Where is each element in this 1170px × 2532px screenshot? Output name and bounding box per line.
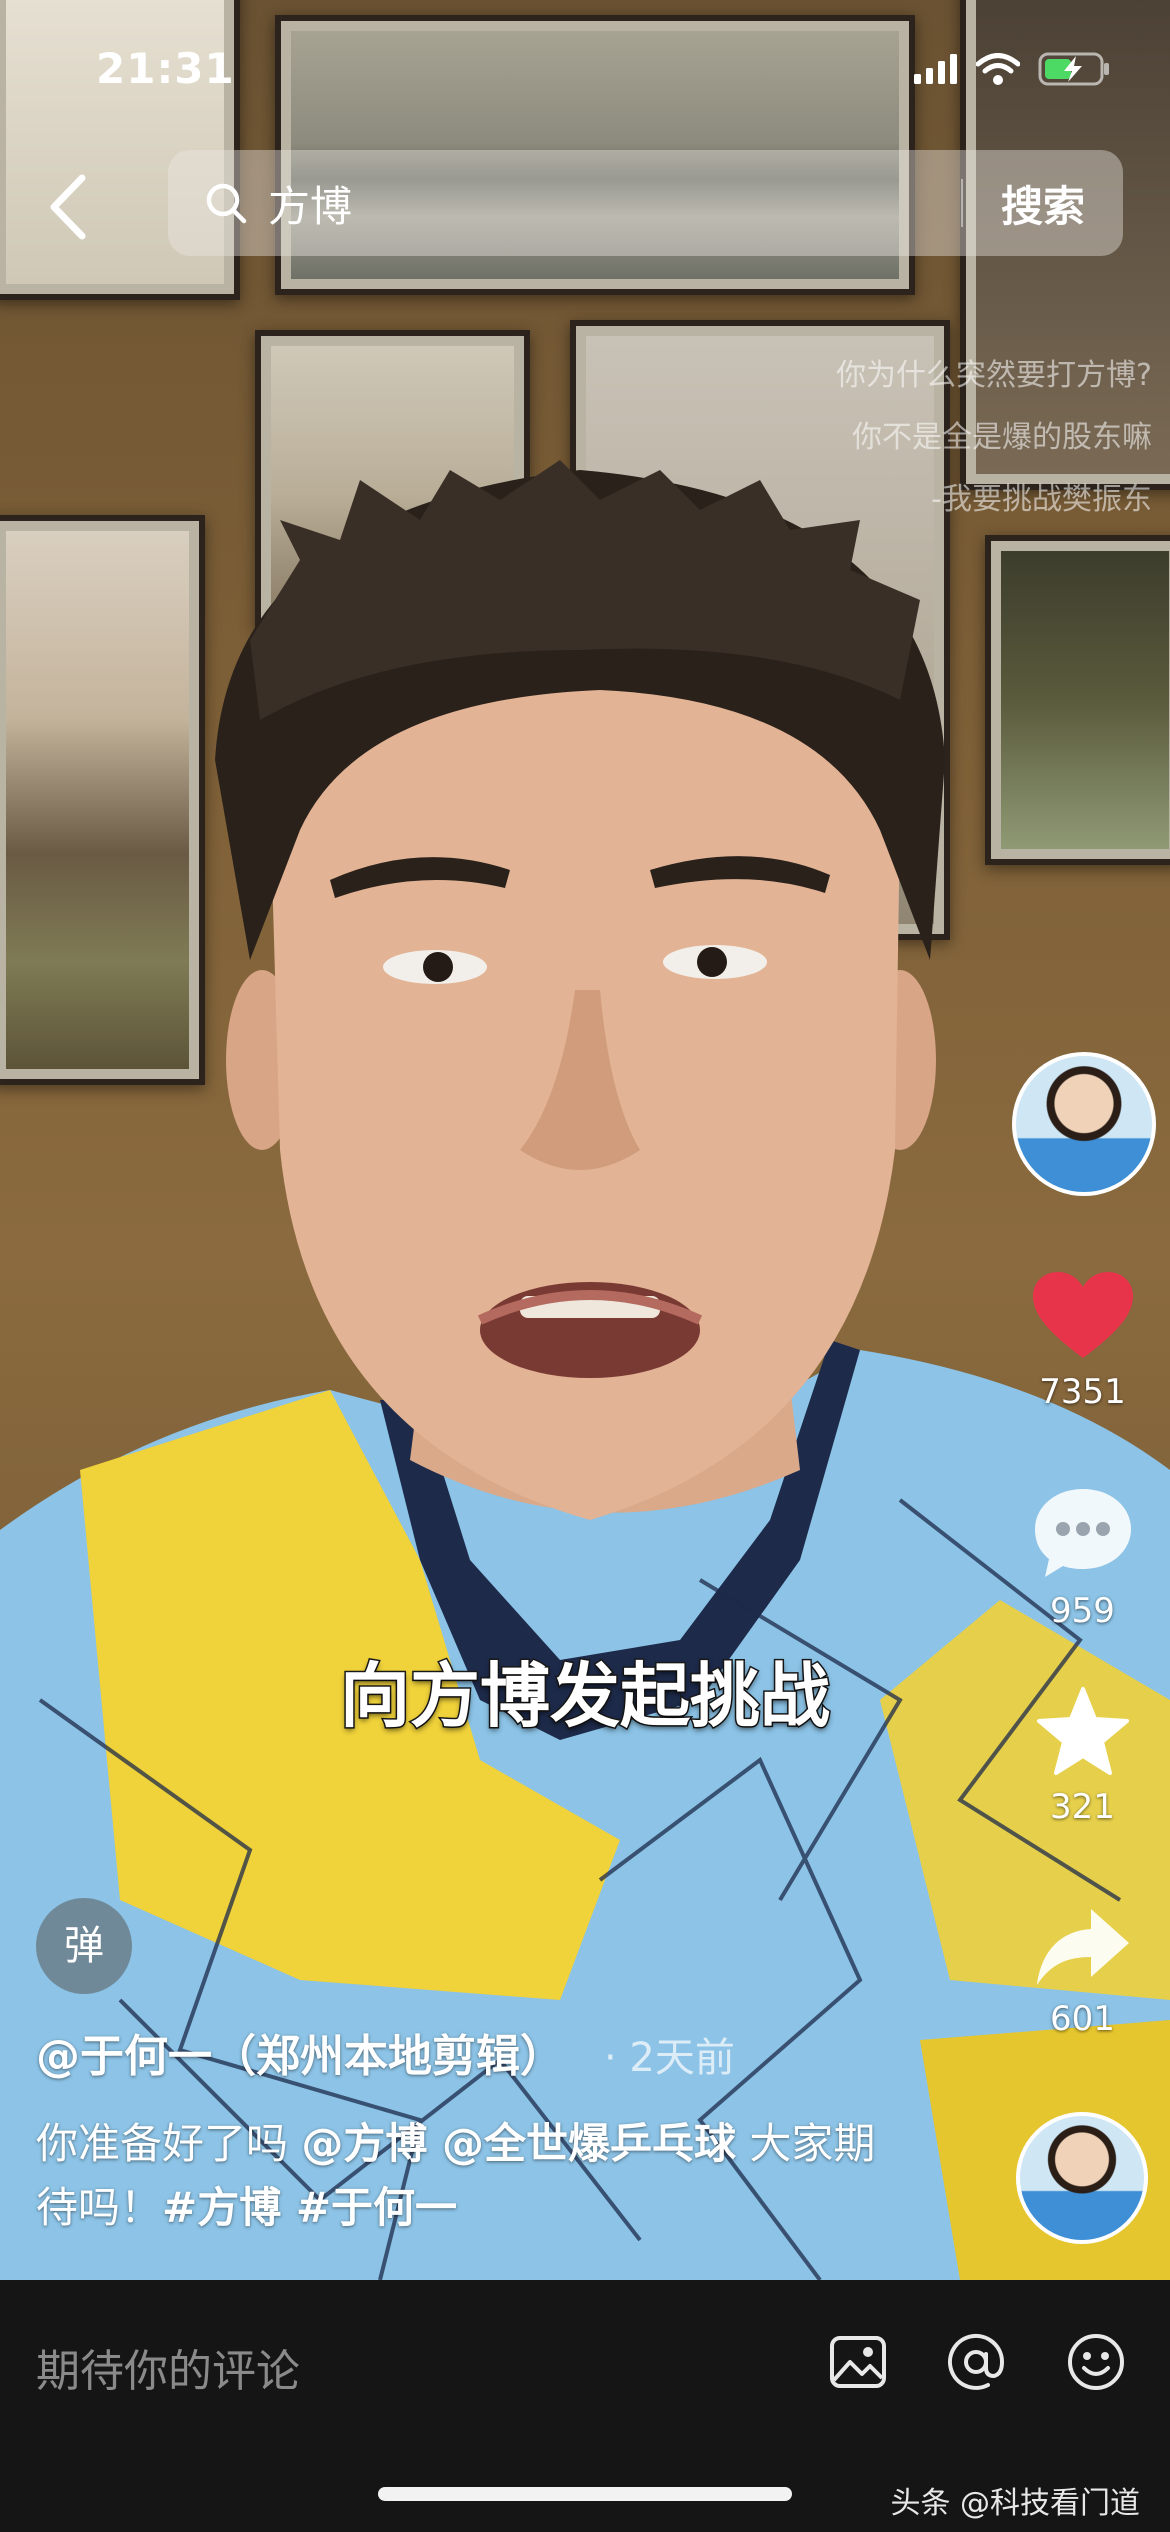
source-watermark: 头条 @科技看门道 xyxy=(890,2486,1140,2521)
author-line: @于何一（郑州本地剪辑） · 2天前 xyxy=(36,2020,735,2084)
home-indicator[interactable] xyxy=(378,2487,792,2501)
heart-icon xyxy=(1032,1272,1133,1358)
search-icon xyxy=(206,183,247,224)
status-icons xyxy=(914,52,1110,86)
comment-count: 959 xyxy=(1050,1591,1115,1631)
search-button[interactable]: 搜索 xyxy=(963,173,1123,234)
like-count: 7351 xyxy=(1039,1372,1126,1412)
share-button[interactable]: 601 xyxy=(1020,1905,1145,2039)
cellular-signal-icon xyxy=(914,54,957,84)
mention-link[interactable]: @全世爆乒乓球 xyxy=(427,2119,736,2168)
like-button[interactable]: 7351 xyxy=(1020,1270,1145,1412)
back-icon[interactable] xyxy=(44,172,94,242)
mention-link[interactable]: @方博 xyxy=(301,2119,427,2168)
overlay-quote-line: -我要挑战樊振东 xyxy=(931,482,1152,517)
favorite-button[interactable]: 321 xyxy=(1020,1685,1145,1827)
video-description: 你准备好了吗 @方博 @全世爆乒乓球 大家期待吗！#方博 #于何一 xyxy=(36,2112,916,2240)
post-time: · 2天前 xyxy=(604,2035,735,2081)
image-icon[interactable] xyxy=(826,2330,890,2394)
author-avatar[interactable] xyxy=(1012,1052,1156,1196)
author-name[interactable]: @于何一（郑州本地剪辑） xyxy=(36,2020,564,2084)
video-screen: 你为什么突然要打方博? 你不是全是爆的股东嘛 -我要挑战樊振东 向方博发起挑战 … xyxy=(0,0,1170,2532)
share-arrow-icon xyxy=(1036,1909,1129,1985)
description-text: 你准备好了吗 xyxy=(36,2119,302,2168)
wifi-icon xyxy=(976,53,1020,85)
favorite-count: 321 xyxy=(1050,1787,1115,1827)
battery-charging-icon xyxy=(1038,52,1109,86)
overlay-quote-line: 你为什么突然要打方博? xyxy=(836,358,1152,393)
video-player[interactable]: 你为什么突然要打方博? 你不是全是爆的股东嘛 -我要挑战樊振东 向方博发起挑战 xyxy=(0,0,1170,2280)
at-mention-icon[interactable] xyxy=(944,2330,1008,2394)
danmu-toggle-button[interactable]: 弹 xyxy=(36,1898,132,1994)
video-overlay-quote: 你为什么突然要打方博? 你不是全是爆的股东嘛 -我要挑战樊振东 xyxy=(836,345,1152,531)
comment-bubble-icon xyxy=(1034,1489,1131,1577)
emoji-icon[interactable] xyxy=(1064,2330,1128,2394)
comment-button[interactable]: 959 xyxy=(1020,1485,1145,1631)
hashtag-link[interactable]: #于何一 xyxy=(281,2183,457,2232)
share-count: 601 xyxy=(1050,1999,1115,2039)
status-time: 21:31 xyxy=(96,44,235,93)
music-disc-avatar[interactable] xyxy=(1016,2112,1148,2244)
person-figure xyxy=(0,460,1170,2280)
hashtag-link[interactable]: #方博 xyxy=(162,2183,281,2232)
overlay-quote-line: 你不是全是爆的股东嘛 xyxy=(852,420,1152,455)
comment-input[interactable]: 期待你的评论 xyxy=(36,2335,300,2399)
search-query: 方博 xyxy=(268,181,353,231)
video-caption: 向方博发起挑战 xyxy=(339,1654,832,1739)
star-icon xyxy=(1036,1687,1129,1775)
search-input[interactable]: 方博 搜索 xyxy=(168,150,1123,256)
